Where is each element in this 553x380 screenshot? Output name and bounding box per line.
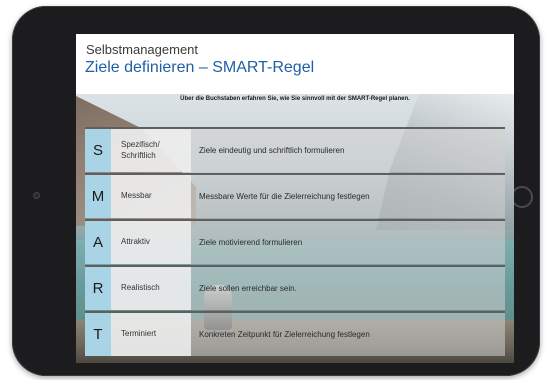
row-description: Ziele eindeutig und schriftlich formulie… <box>191 129 505 172</box>
row-letter: R <box>85 267 111 310</box>
row-term-text: Terminiert <box>121 329 157 339</box>
row-description: Ziele motivierend formulieren <box>191 221 505 264</box>
row-term: Terminiert <box>111 313 191 356</box>
smart-row-a[interactable]: A Attraktiv Ziele motivierend formuliere… <box>85 219 505 264</box>
row-letter: S <box>85 129 111 172</box>
smart-row-r[interactable]: R Realistisch Ziele sollen erreichbar se… <box>85 265 505 310</box>
smart-row-m[interactable]: M Messbar Messbare Werte für die Zielerr… <box>85 173 505 218</box>
row-letter: A <box>85 221 111 264</box>
row-description: Konkreten Zeitpunkt für Zielerreichung f… <box>191 313 505 356</box>
tablet-device: Selbstmanagement Ziele definieren – SMAR… <box>12 6 540 376</box>
slide-overline: Selbstmanagement <box>86 42 199 57</box>
slide-header: Selbstmanagement Ziele definieren – SMAR… <box>76 34 514 94</box>
row-term: Attraktiv <box>111 221 191 264</box>
smart-row-s[interactable]: S Spezifisch/ Schriftlich Ziele eindeuti… <box>85 127 505 172</box>
slide-title: Ziele definieren – SMART-Regel <box>85 59 315 76</box>
row-letter: T <box>85 313 111 356</box>
front-camera <box>33 192 40 199</box>
row-description: Ziele sollen erreichbar sein. <box>191 267 505 310</box>
row-term-text: Spezifisch/ Schriftlich <box>121 140 160 160</box>
home-button[interactable] <box>511 186 533 208</box>
row-description: Messbare Werte für die Zielerreichung fe… <box>191 175 505 218</box>
row-term: Spezifisch/ Schriftlich <box>111 129 191 172</box>
slide-subtitle: Über die Buchstaben erfahren Sie, wie Si… <box>180 96 410 102</box>
row-term-text: Realistisch <box>121 283 160 293</box>
smart-row-t[interactable]: T Terminiert Konkreten Zeitpunkt für Zie… <box>85 311 505 356</box>
row-term: Messbar <box>111 175 191 218</box>
row-term: Realistisch <box>111 267 191 310</box>
row-term-text: Attraktiv <box>121 237 150 247</box>
row-term-text: Messbar <box>121 191 152 201</box>
row-letter: M <box>85 175 111 218</box>
screen: Selbstmanagement Ziele definieren – SMAR… <box>76 34 514 363</box>
